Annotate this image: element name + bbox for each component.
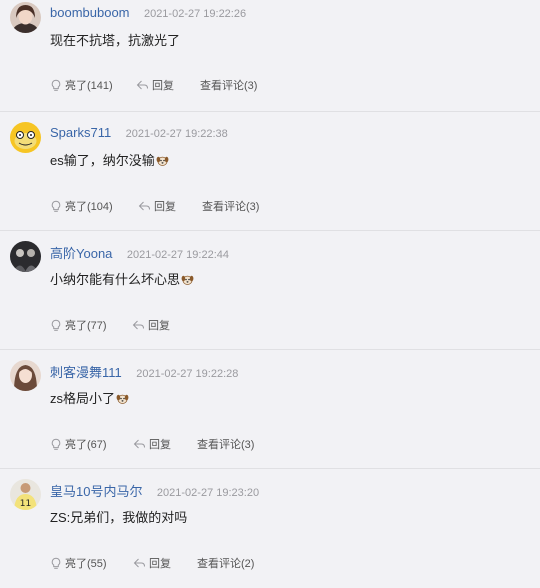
dark-group-avatar-icon[interactable]: [10, 241, 41, 272]
view-comments-button[interactable]: 查看评论(3): [200, 77, 257, 93]
view-comments-button[interactable]: 查看评论(3): [197, 436, 254, 452]
reply-label: 回复: [154, 201, 176, 213]
reply-label: 回复: [148, 320, 170, 332]
reply-arrow-icon: [138, 201, 150, 211]
reply-arrow-icon: [133, 558, 145, 568]
yellow-cartoon-avatar-icon[interactable]: [10, 122, 41, 153]
view-comments-label: 查看评论(2): [197, 558, 255, 570]
like-label: 亮了(55): [65, 558, 107, 570]
comment-text: 小纳尔能有什么坏心思: [50, 269, 194, 289]
comment-text: ZS:兄弟们，我做的对吗: [50, 507, 187, 526]
like-button[interactable]: 亮了(141): [50, 77, 113, 93]
timestamp: 2021-02-27 19:23:20: [156, 487, 260, 499]
comment-item: 高阶Yoona 2021-02-27 19:22:44 小纳尔能有什么坏心思 亮…: [0, 231, 540, 350]
lightbulb-icon: [51, 79, 61, 91]
timestamp: 2021-02-27 19:22:38: [125, 128, 228, 140]
username-link[interactable]: 刺客漫舞111: [50, 365, 122, 380]
comment-item: Sparks711 2021-02-27 19:22:38 es输了，纳尔没输 …: [0, 112, 540, 231]
reply-button[interactable]: 回复: [133, 436, 171, 452]
username-link[interactable]: boombuboom: [50, 5, 130, 20]
comment-header: 皇马10号内马尔 2021-02-27 19:23:20: [50, 481, 260, 499]
reply-arrow-icon: [133, 439, 145, 449]
like-button[interactable]: 亮了(55): [50, 555, 107, 571]
svg-text:11: 11: [20, 499, 31, 509]
like-label: 亮了(77): [65, 320, 107, 332]
photo-avatar-woman-icon[interactable]: [10, 2, 41, 33]
username-link[interactable]: 高阶Yoona: [50, 246, 112, 261]
comment-item: 11 皇马10号内马尔 2021-02-27 19:23:20 ZS:兄弟们，我…: [0, 469, 540, 588]
reply-button[interactable]: 回复: [136, 77, 174, 93]
view-comments-button[interactable]: 查看评论(2): [197, 555, 254, 571]
like-label: 亮了(67): [65, 439, 107, 451]
username-link[interactable]: Sparks711: [50, 125, 111, 140]
comment-text-content: ZS:兄弟们，我做的对吗: [50, 510, 188, 525]
reply-button[interactable]: 回复: [138, 198, 176, 214]
comment-text-content: 现在不抗塔，抗激光了: [50, 33, 181, 48]
dog-face-emoji-icon: [181, 273, 194, 289]
comment-text: zs格局小了: [50, 388, 129, 408]
reply-label: 回复: [149, 439, 171, 451]
view-comments-label: 查看评论(3): [200, 80, 258, 92]
comment-text-content: zs格局小了: [50, 391, 116, 406]
reply-label: 回复: [149, 558, 171, 570]
timestamp: 2021-02-27 19:22:28: [136, 368, 239, 380]
comment-text: es输了，纳尔没输: [50, 150, 169, 170]
like-label: 亮了(104): [65, 201, 113, 213]
comment-header: 刺客漫舞111 2021-02-27 19:22:28: [50, 362, 239, 380]
dog-face-emoji-icon: [116, 392, 129, 408]
like-label: 亮了(141): [65, 80, 113, 92]
comment-text: 现在不抗塔，抗激光了: [50, 30, 180, 49]
like-button[interactable]: 亮了(104): [50, 198, 113, 214]
like-button[interactable]: 亮了(67): [50, 436, 107, 452]
timestamp: 2021-02-27 19:22:26: [143, 8, 247, 20]
lightbulb-icon: [51, 438, 61, 450]
comment-text-content: 小纳尔能有什么坏心思: [50, 272, 181, 287]
view-comments-button[interactable]: 查看评论(3): [202, 198, 259, 214]
like-button[interactable]: 亮了(77): [50, 317, 107, 333]
comment-item: boombuboom 2021-02-27 19:22:26 现在不抗塔，抗激光…: [0, 0, 540, 112]
photo-avatar-girl-icon[interactable]: [10, 360, 41, 391]
lightbulb-icon: [51, 319, 61, 331]
lightbulb-icon: [51, 557, 61, 569]
timestamp: 2021-02-27 19:22:44: [126, 249, 230, 261]
comment-item: 刺客漫舞111 2021-02-27 19:22:28 zs格局小了 亮了(67…: [0, 350, 540, 469]
comment-header: Sparks711 2021-02-27 19:22:38: [50, 124, 228, 140]
jersey-player-avatar-icon[interactable]: 11: [10, 479, 41, 510]
comment-header: 高阶Yoona 2021-02-27 19:22:44: [50, 243, 230, 261]
username-link[interactable]: 皇马10号内马尔: [50, 484, 142, 499]
comment-header: boombuboom 2021-02-27 19:22:26: [50, 4, 246, 20]
reply-arrow-icon: [136, 80, 148, 90]
reply-button[interactable]: 回复: [132, 317, 170, 333]
view-comments-label: 查看评论(3): [197, 439, 255, 451]
reply-arrow-icon: [132, 320, 144, 330]
comment-text-content: es输了，纳尔没输: [50, 153, 155, 168]
view-comments-label: 查看评论(3): [202, 201, 260, 213]
dog-face-emoji-icon: [156, 154, 169, 170]
lightbulb-icon: [51, 200, 61, 212]
reply-button[interactable]: 回复: [133, 555, 171, 571]
comment-list: boombuboom 2021-02-27 19:22:26 现在不抗塔，抗激光…: [0, 0, 540, 588]
reply-label: 回复: [152, 80, 174, 92]
